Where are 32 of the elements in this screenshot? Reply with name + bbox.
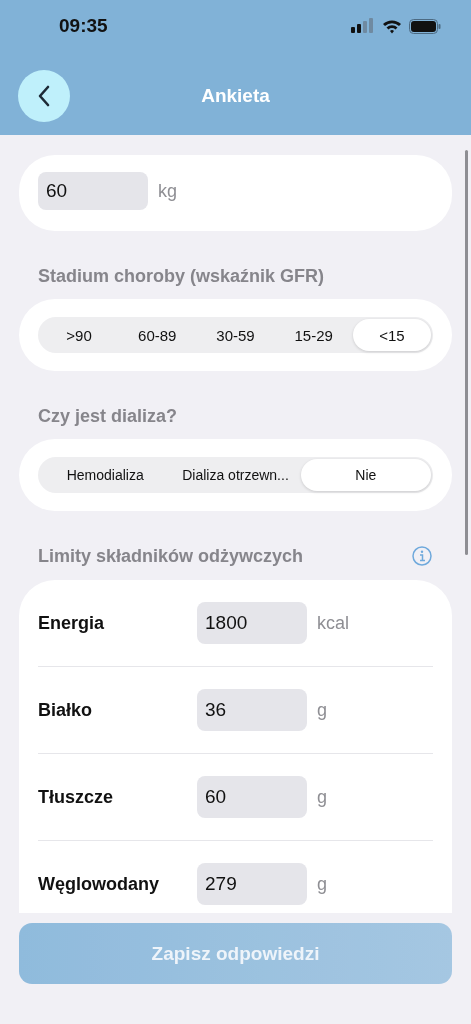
segment-option[interactable]: Hemodializa bbox=[40, 459, 171, 491]
input-field[interactable]: 60 bbox=[197, 776, 307, 818]
segment-option[interactable]: Dializa otrzewn... bbox=[170, 459, 301, 491]
input-field[interactable]: 1800 bbox=[197, 602, 307, 644]
section-label: Limity składników odżywczych bbox=[38, 545, 304, 567]
unit-label: g bbox=[317, 786, 327, 808]
section-label: Stadium choroby (wskaźnik GFR) bbox=[38, 265, 326, 287]
unit-label: g bbox=[317, 699, 327, 721]
input-field[interactable]: 36 bbox=[197, 689, 307, 731]
input-field[interactable]: 60 bbox=[38, 172, 148, 210]
chevron-left-icon bbox=[37, 84, 51, 107]
section-label: Czy jest dializa? bbox=[38, 405, 179, 427]
input-field[interactable]: 279 bbox=[197, 863, 307, 905]
unit-label: kcal bbox=[317, 612, 349, 634]
signal-icon bbox=[351, 18, 375, 34]
battery-icon bbox=[409, 18, 441, 34]
segment-option[interactable]: Nie bbox=[300, 459, 431, 491]
segment-option[interactable]: 15-29 bbox=[274, 319, 353, 351]
segment-option[interactable]: 30-59 bbox=[196, 319, 275, 351]
nutrient-name: Węglowodany bbox=[38, 873, 160, 895]
status-time: 09:35 bbox=[59, 15, 108, 37]
wifi-icon bbox=[382, 18, 402, 34]
screen-title: Ankieta bbox=[201, 84, 270, 107]
back-button[interactable] bbox=[18, 69, 70, 122]
segment-option[interactable]: >90 bbox=[40, 319, 119, 351]
nutrient-name: Białko bbox=[38, 699, 94, 721]
nutrient-name: Energia bbox=[38, 612, 106, 634]
unit-label: g bbox=[317, 873, 327, 895]
segment-option[interactable]: 60-89 bbox=[118, 319, 197, 351]
unit-label: kg bbox=[158, 180, 177, 202]
nutrient-name: Tłuszcze bbox=[38, 786, 115, 808]
segment-option[interactable]: <15 bbox=[352, 319, 431, 351]
